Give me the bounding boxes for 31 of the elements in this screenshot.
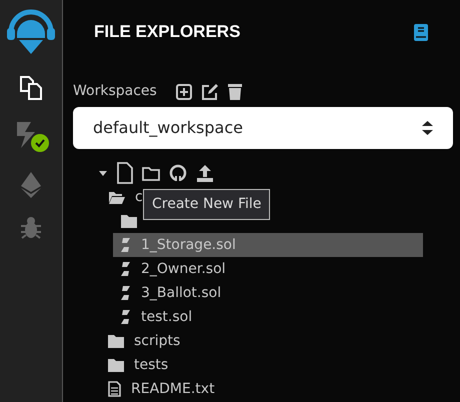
trash-icon[interactable] — [226, 82, 243, 100]
file-name[interactable]: tests — [134, 354, 168, 376]
book-icon[interactable] — [413, 24, 429, 40]
solidity-file-icon — [121, 286, 131, 300]
files-icon[interactable] — [18, 75, 44, 101]
solidity-file-icon — [121, 238, 131, 252]
panel-title: FILE EXPLORERS — [94, 21, 240, 44]
file-name: 1_Storage.sol — [141, 236, 236, 254]
text-file-icon — [108, 381, 121, 397]
file-name[interactable]: 3_Ballot.sol — [141, 282, 222, 304]
upload-icon[interactable] — [196, 164, 214, 182]
github-icon[interactable] — [169, 164, 187, 182]
tooltip: Create New File — [143, 189, 270, 220]
bug-icon[interactable] — [19, 216, 43, 240]
file-name[interactable]: scripts — [134, 330, 180, 352]
new-folder-icon[interactable] — [142, 166, 160, 180]
workspace-select[interactable]: default_workspace — [73, 107, 453, 149]
tree-row[interactable]: 1_Storage.sol — [113, 233, 423, 257]
file-name[interactable]: test.sol — [141, 306, 192, 328]
solidity-file-icon — [121, 310, 131, 324]
file-name[interactable]: README.txt — [131, 378, 215, 400]
workspaces-label: Workspaces — [73, 82, 157, 101]
ethereum-icon[interactable] — [19, 171, 43, 199]
edit-icon[interactable] — [200, 82, 219, 100]
file-name[interactable]: 2_Owner.sol — [141, 258, 226, 280]
caret-icon[interactable] — [98, 168, 108, 178]
solidity-file-icon — [121, 262, 131, 276]
file-name[interactable]: c — [135, 186, 143, 208]
add-icon[interactable] — [174, 82, 193, 100]
sort-arrows-icon — [422, 121, 433, 135]
new-file-icon[interactable] — [117, 162, 133, 184]
